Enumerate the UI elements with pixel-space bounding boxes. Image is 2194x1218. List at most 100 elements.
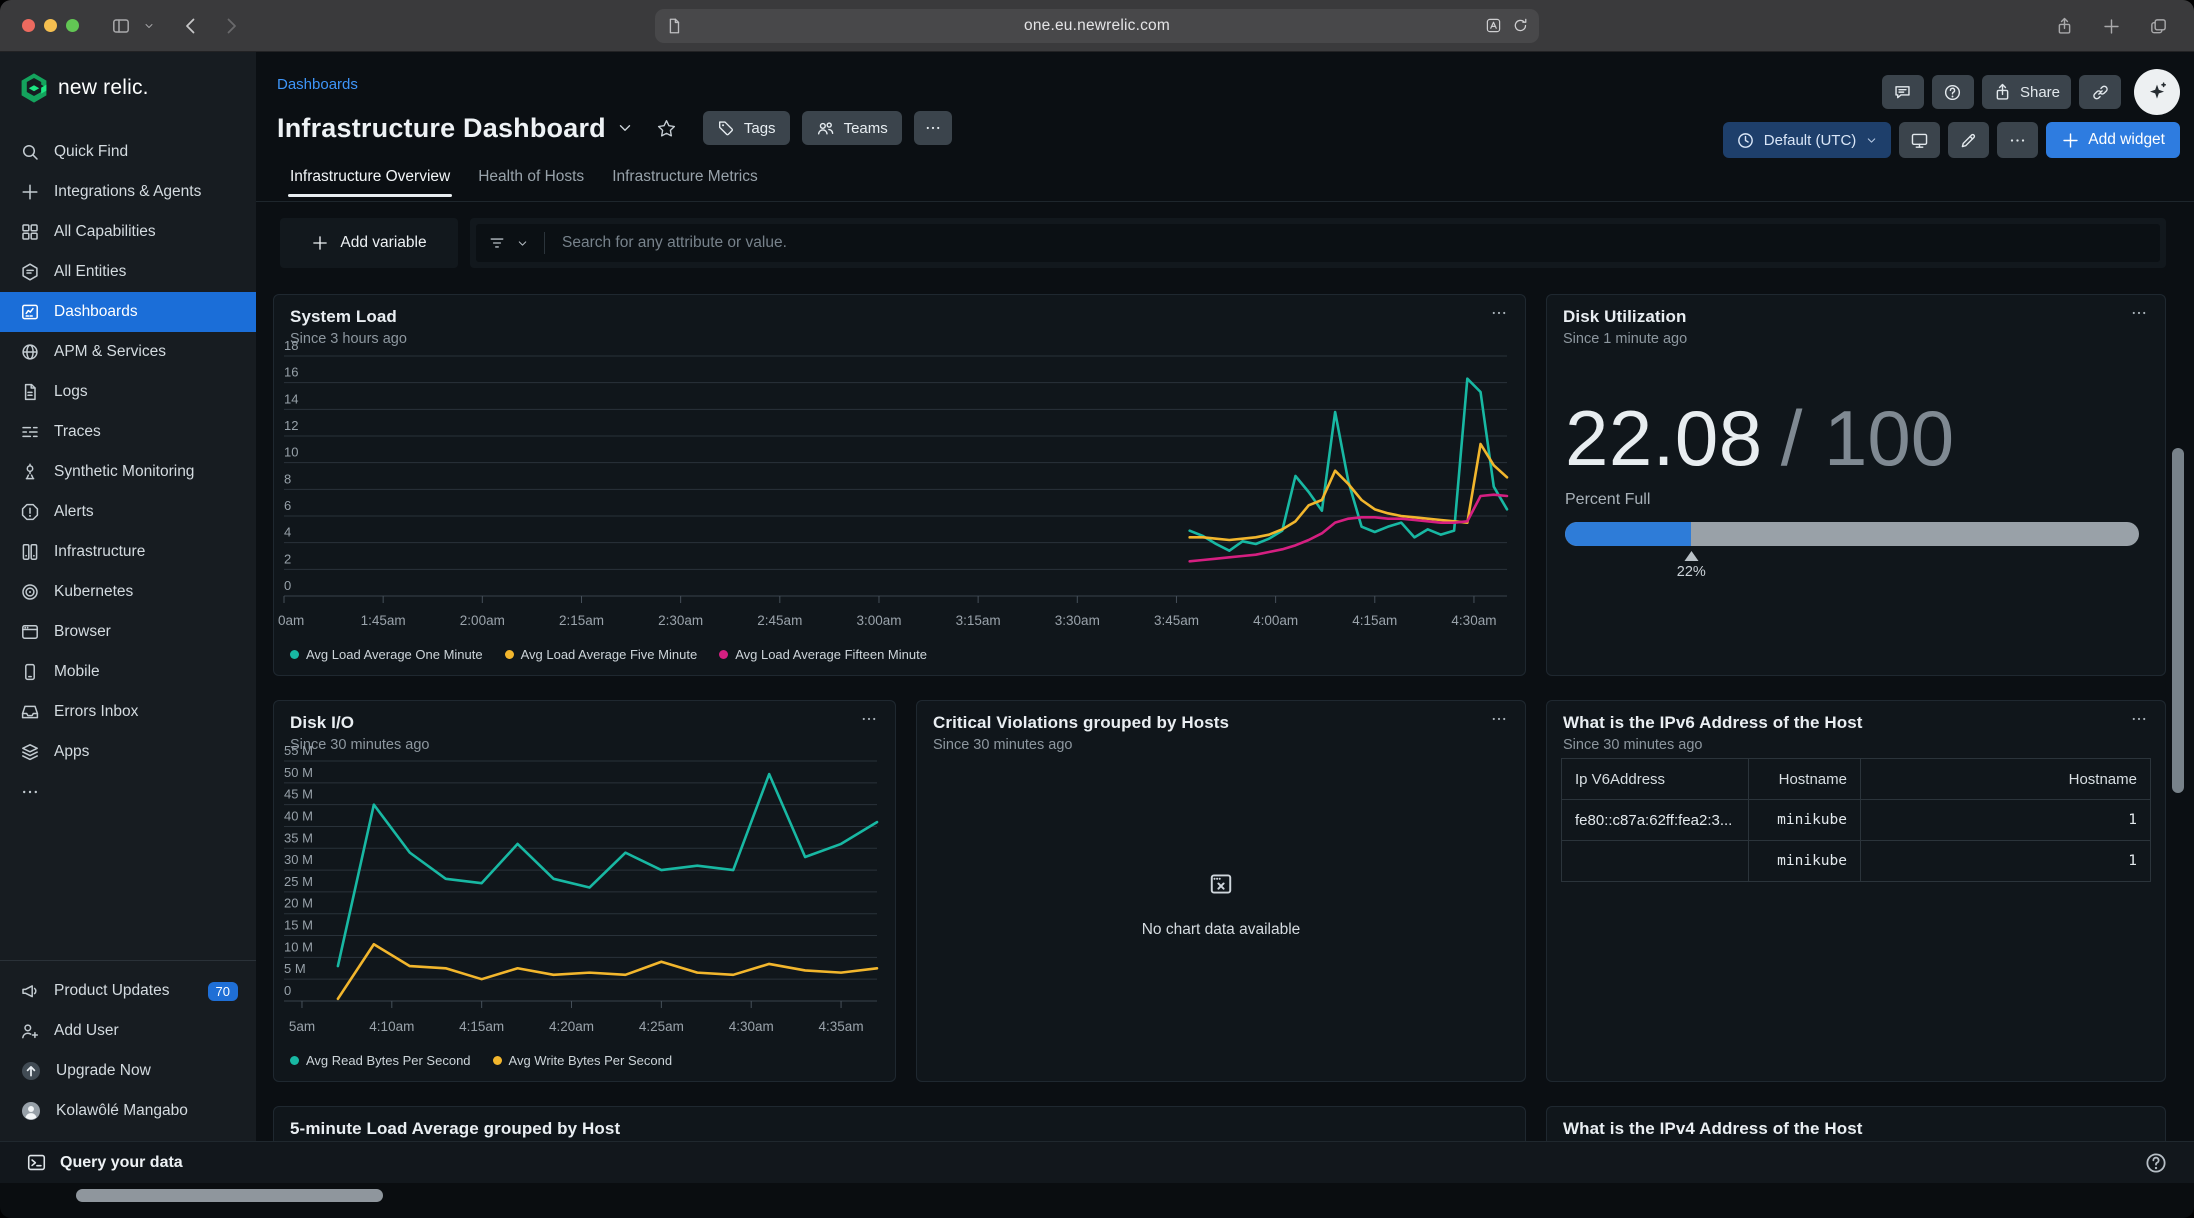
layers-icon — [20, 742, 40, 762]
sidebar-item-kolaw-l-mangabo[interactable]: Kolawôlé Mangabo — [0, 1091, 256, 1131]
sidebar-item-add-user[interactable]: Add User — [0, 1011, 256, 1051]
add-widget-button[interactable]: Add widget — [2046, 122, 2180, 158]
copy-link-button[interactable] — [2079, 75, 2121, 109]
zoom-window-button[interactable] — [66, 19, 79, 32]
dashboard-more-button[interactable] — [1997, 122, 2038, 158]
grid-icon — [20, 222, 40, 242]
tab-overview-icon[interactable] — [2149, 17, 2168, 36]
plus-icon — [311, 234, 329, 252]
search-icon — [20, 142, 40, 162]
svg-text:3:30am: 3:30am — [1055, 613, 1100, 628]
close-window-button[interactable] — [22, 19, 35, 32]
share-button[interactable]: Share — [1982, 75, 2071, 109]
new-tab-icon[interactable] — [2102, 17, 2121, 36]
toolbar-chevron-down-icon[interactable] — [143, 20, 155, 32]
sidebar-item-apps[interactable]: Apps — [0, 732, 256, 772]
table-row[interactable]: minikube1 — [1562, 841, 2151, 882]
sidebar-item-synthetic-monitoring[interactable]: Synthetic Monitoring — [0, 452, 256, 492]
sidebar-item-browser[interactable]: Browser — [0, 612, 256, 652]
widget-subtitle: Since 30 minutes ago — [290, 737, 879, 753]
tab-infrastructure-overview[interactable]: Infrastructure Overview — [288, 164, 452, 200]
table-header[interactable]: Ip V6Address — [1562, 759, 1749, 800]
title-more-button[interactable] — [914, 111, 952, 145]
sidebar-item-logs[interactable]: Logs — [0, 372, 256, 412]
ai-assistant-button[interactable] — [2134, 69, 2180, 115]
favorite-star-icon[interactable] — [656, 118, 677, 139]
utilization-label: Percent Full — [1565, 491, 1650, 509]
add-variable-button[interactable]: Add variable — [280, 218, 458, 268]
svg-text:0: 0 — [284, 983, 291, 998]
new-relic-logo[interactable]: new relic. — [20, 72, 149, 103]
widget-title: Disk I/O — [290, 713, 879, 733]
svg-text:4:10am: 4:10am — [369, 1019, 414, 1034]
filter-chevron-icon[interactable] — [516, 237, 529, 250]
sidebar-item-product-updates[interactable]: Product Updates70 — [0, 971, 256, 1011]
sidebar-item-alerts[interactable]: Alerts — [0, 492, 256, 532]
back-icon[interactable] — [181, 16, 201, 36]
feedback-button[interactable] — [1882, 75, 1924, 109]
translate-icon[interactable] — [1485, 17, 1502, 34]
help-button[interactable] — [1932, 75, 1974, 109]
legend-item[interactable]: Avg Load Average One Minute — [290, 647, 483, 662]
query-your-data-bar[interactable]: Query your data — [0, 1141, 2194, 1183]
title-chevron-icon[interactable] — [616, 119, 634, 137]
tab-health-of-hosts[interactable]: Health of Hosts — [476, 164, 586, 200]
vertical-scrollbar[interactable] — [2172, 448, 2184, 793]
sidebar-item-mobile[interactable]: Mobile — [0, 652, 256, 692]
legend-label: Avg Load Average One Minute — [306, 647, 483, 662]
share-icon — [1993, 83, 2012, 102]
widget-subtitle: Since 30 minutes ago — [1563, 737, 2149, 753]
widget-title: 5-minute Load Average grouped by Host — [290, 1119, 1509, 1139]
widget-menu-button[interactable] — [1485, 707, 1513, 731]
sidebar-item-dashboards[interactable]: Dashboards — [0, 292, 256, 332]
tv-mode-button[interactable] — [1899, 122, 1940, 158]
minimize-window-button[interactable] — [44, 19, 57, 32]
svg-text:5 M: 5 M — [284, 961, 306, 976]
reload-icon[interactable] — [1512, 17, 1529, 34]
legend-item[interactable]: Avg Load Average Five Minute — [505, 647, 698, 662]
sidebar-item-infrastructure[interactable]: Infrastructure — [0, 532, 256, 572]
svg-text:4:30am: 4:30am — [729, 1019, 774, 1034]
alert-icon — [20, 502, 40, 522]
filter-icon[interactable] — [488, 234, 506, 252]
chart-legend: Avg Load Average One Minute Avg Load Aver… — [290, 647, 927, 662]
browser-share-icon[interactable] — [2055, 17, 2074, 36]
teams-button[interactable]: Teams — [802, 111, 902, 145]
sidebar-item-integrations-agents[interactable]: Integrations & Agents — [0, 172, 256, 212]
sidebar-item-more[interactable] — [0, 772, 256, 812]
browser-icon — [20, 622, 40, 642]
avatar-icon — [20, 1100, 42, 1122]
table-row[interactable]: fe80::c87a:62ff:fea2:3...minikube1 — [1562, 800, 2151, 841]
table-header[interactable]: Hostname — [1749, 759, 1861, 800]
widget-title: Disk Utilization — [1563, 307, 2149, 327]
tags-button[interactable]: Tags — [703, 111, 790, 145]
tab-infrastructure-metrics[interactable]: Infrastructure Metrics — [610, 164, 760, 200]
legend-item[interactable]: Avg Read Bytes Per Second — [290, 1053, 471, 1068]
breadcrumb[interactable]: Dashboards — [277, 76, 358, 93]
widget-menu-button[interactable] — [1485, 301, 1513, 325]
widget-menu-button[interactable] — [2125, 707, 2153, 731]
sidebar-item-quick-find[interactable]: Quick Find — [0, 132, 256, 172]
sidebar-item-kubernetes[interactable]: Kubernetes — [0, 572, 256, 612]
help-icon[interactable] — [2144, 1151, 2168, 1175]
edit-dashboard-button[interactable] — [1948, 122, 1989, 158]
sidebar-item-traces[interactable]: Traces — [0, 412, 256, 452]
time-picker-button[interactable]: Default (UTC) — [1723, 122, 1892, 158]
widget-menu-button[interactable] — [2125, 301, 2153, 325]
table-header[interactable]: Hostname — [1861, 759, 2151, 800]
search-input[interactable] — [560, 233, 2148, 253]
legend-item[interactable]: Avg Write Bytes Per Second — [493, 1053, 673, 1068]
sidebar-item-all-capabilities[interactable]: All Capabilities — [0, 212, 256, 252]
sidebar-item-errors-inbox[interactable]: Errors Inbox — [0, 692, 256, 732]
sidebar-item-apm-services[interactable]: APM & Services — [0, 332, 256, 372]
main-content: Dashboards Infrastructure Dashboard Tags… — [256, 52, 2194, 1141]
svg-text:35 M: 35 M — [284, 830, 313, 845]
sidebar-item-upgrade-now[interactable]: Upgrade Now — [0, 1051, 256, 1091]
address-bar[interactable]: one.eu.newrelic.com — [655, 9, 1539, 43]
sidebar-item-all-entities[interactable]: All Entities — [0, 252, 256, 292]
legend-item[interactable]: Avg Load Average Fifteen Minute — [719, 647, 927, 662]
horizontal-scrollbar[interactable] — [76, 1189, 383, 1202]
marker-triangle-icon — [1684, 551, 1698, 561]
sidebar-toggle-icon[interactable] — [111, 16, 131, 36]
widget-menu-button[interactable] — [855, 707, 883, 731]
